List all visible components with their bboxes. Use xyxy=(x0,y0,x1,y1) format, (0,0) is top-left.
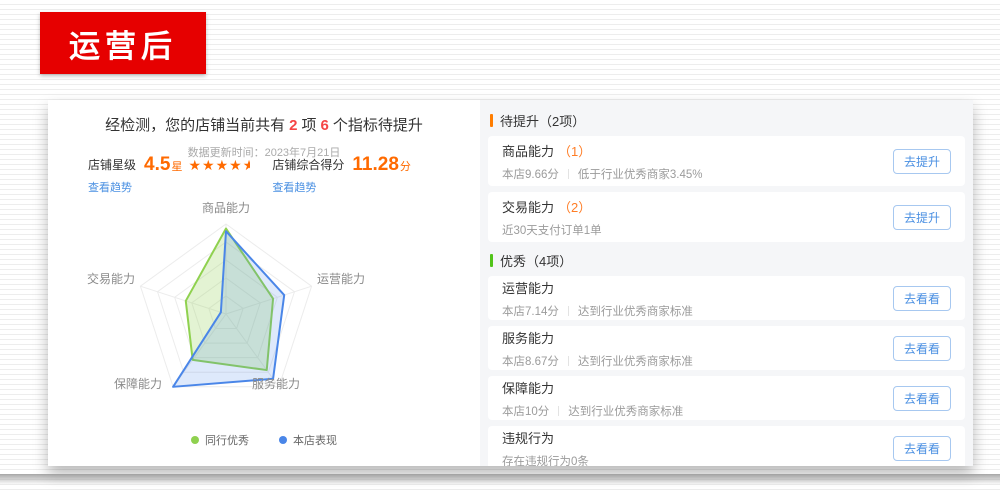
action-button[interactable]: 去看看 xyxy=(893,286,951,311)
metric-score: 本店8.67分 xyxy=(502,353,559,369)
ratings-row: 店铺星级 查看趋势 4.5 星 ★★★★★ 店铺综合得分 查看趋势 11.28 … xyxy=(88,157,480,195)
metric-desc-divider xyxy=(568,306,569,316)
radar-axis-label: 保障能力 xyxy=(114,376,162,391)
metric-count: （1） xyxy=(558,144,591,159)
diagnosis-summary-pane: 经检测，您的店铺当前共有2项6个指标待提升 数据更新时间：2023年7月21日 … xyxy=(48,100,480,466)
radar-axis-label: 运营能力 xyxy=(317,272,365,286)
star-icon: ★ xyxy=(202,157,216,173)
metric-score: 本店10分 xyxy=(502,403,549,419)
section-title: 待提升（2项） xyxy=(500,111,585,130)
metrics-panel: 待提升（2项） 商品能力 （1） 本店9.66分 低于行业优秀商家3.45% 去提… xyxy=(480,100,973,466)
radar-axis-label: 服务能力 xyxy=(252,376,300,391)
metric-desc-divider xyxy=(568,356,569,366)
metric-desc-divider xyxy=(568,169,569,179)
legend-dot-icon xyxy=(191,436,199,444)
composite-score-value: 11.28 xyxy=(352,157,399,173)
shop-diagnosis-card: 经检测，您的店铺当前共有2项6个指标待提升 数据更新时间：2023年7月21日 … xyxy=(48,100,973,466)
groups-unit: 项 xyxy=(301,117,316,134)
metric-score: 近30天支付订单1单 xyxy=(502,222,602,238)
section-title: 优秀（4项） xyxy=(500,251,572,270)
metric-title: 交易能力 xyxy=(502,200,554,215)
star-icon: ★ xyxy=(188,157,202,173)
composite-score-unit: 分 xyxy=(400,158,411,174)
section-accent-bar xyxy=(490,114,493,127)
star-rating-group: 店铺星级 查看趋势 4.5 星 ★★★★★ xyxy=(88,157,250,195)
metric-title: 保障能力 xyxy=(502,381,554,396)
section-header: 待提升（2项） xyxy=(490,111,965,129)
metric-card: 交易能力 （2） 近30天支付订单1单 去提升 xyxy=(488,192,965,242)
summary-title-prefix: 经检测，您的店铺当前共有 xyxy=(105,117,285,134)
metric-card: 保障能力 本店10分 达到行业优秀商家标准 去看看 xyxy=(488,376,965,420)
metric-card: 违规行为 存在违规行为0条 去看看 xyxy=(488,426,965,466)
star-icon: ★ xyxy=(216,157,230,173)
composite-score-group: 店铺综合得分 查看趋势 11.28 分 xyxy=(272,157,411,195)
metric-score: 存在违规行为0条 xyxy=(502,453,589,467)
radar-axis-label: 交易能力 xyxy=(87,271,135,286)
action-button[interactable]: 去提升 xyxy=(893,205,951,230)
composite-score-label: 店铺综合得分 xyxy=(272,157,344,173)
action-button[interactable]: 去看看 xyxy=(893,436,951,461)
metric-card: 商品能力 （1） 本店9.66分 低于行业优秀商家3.45% 去提升 xyxy=(488,136,965,186)
action-button[interactable]: 去提升 xyxy=(893,149,951,174)
stage-badge: 运营后 xyxy=(40,12,206,74)
legend-item[interactable]: 同行优秀 xyxy=(191,432,249,448)
star-rating-label: 店铺星级 xyxy=(88,157,136,173)
capability-radar-chart: 商品能力运营能力服务能力 保障能力 交易能力 xyxy=(48,196,480,446)
metric-desc-divider xyxy=(558,406,559,416)
metric-title: 服务能力 xyxy=(502,331,554,346)
star-row: ★★★★★ xyxy=(188,157,250,173)
section-header: 优秀（4项） xyxy=(490,251,965,269)
action-button[interactable]: 去看看 xyxy=(893,336,951,361)
star-trend-link[interactable]: 查看趋势 xyxy=(88,179,136,195)
metric-count: （2） xyxy=(558,200,591,215)
metric-title: 违规行为 xyxy=(502,431,554,446)
legend-dot-icon xyxy=(279,436,287,444)
star-rating-value: 4.5 xyxy=(144,157,170,173)
metric-title: 商品能力 xyxy=(502,144,554,159)
radar-legend: 同行优秀 本店表现 xyxy=(48,432,480,448)
section-accent-bar xyxy=(490,254,493,267)
legend-label: 同行优秀 xyxy=(205,432,249,448)
radar-axis-label: 商品能力 xyxy=(202,200,250,215)
metric-desc: 低于行业优秀商家3.45% xyxy=(578,166,703,182)
metric-score: 本店9.66分 xyxy=(502,166,559,182)
summary-title: 经检测，您的店铺当前共有2项6个指标待提升 xyxy=(48,114,480,135)
metric-title: 运营能力 xyxy=(502,281,554,296)
legend-item[interactable]: 本店表现 xyxy=(279,432,337,448)
legend-label: 本店表现 xyxy=(293,432,337,448)
metric-desc: 达到行业优秀商家标准 xyxy=(568,403,683,419)
bottom-shadow-band xyxy=(0,474,1000,486)
pending-items-count: 6 xyxy=(321,117,329,134)
score-trend-link[interactable]: 查看趋势 xyxy=(272,179,344,195)
metric-card: 服务能力 本店8.67分 达到行业优秀商家标准 去看看 xyxy=(488,326,965,370)
star-rating-unit: 星 xyxy=(171,158,182,174)
metric-desc: 达到行业优秀商家标准 xyxy=(578,353,693,369)
action-button[interactable]: 去看看 xyxy=(893,386,951,411)
metric-card: 运营能力 本店7.14分 达到行业优秀商家标准 去看看 xyxy=(488,276,965,320)
star-icon: ★ xyxy=(229,157,243,173)
summary-title-suffix: 个指标待提升 xyxy=(333,117,423,134)
metric-desc: 达到行业优秀商家标准 xyxy=(578,303,693,319)
half-star-icon: ★ xyxy=(243,157,251,173)
pending-groups-count: 2 xyxy=(289,117,297,134)
metric-score: 本店7.14分 xyxy=(502,303,559,319)
